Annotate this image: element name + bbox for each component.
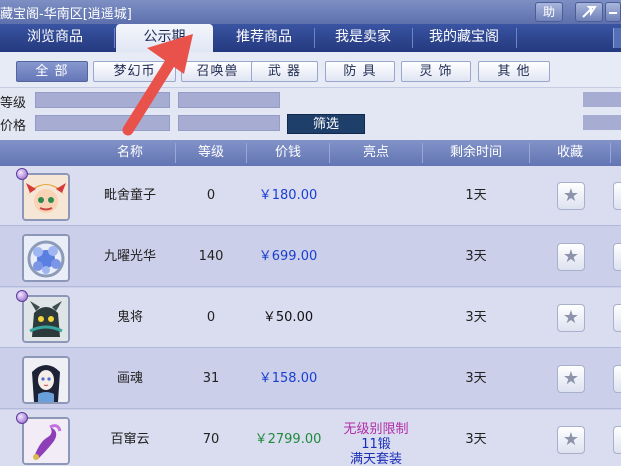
price-filter-label: 价格	[0, 119, 27, 134]
gem-badge-icon	[16, 168, 28, 180]
filter-button[interactable]: 筛选	[287, 114, 365, 134]
item-level: 31	[202, 371, 220, 386]
tab-bar-end	[613, 28, 621, 48]
tab-browse[interactable]: 浏览商品	[0, 24, 110, 52]
share-arrow-icon[interactable]	[575, 2, 603, 22]
price-min-input[interactable]	[35, 115, 170, 131]
table-row[interactable]: 九曜光华 140 ￥699.00 3天 ★	[0, 227, 621, 287]
extra-filter-input[interactable]	[583, 92, 621, 107]
price-max-input[interactable]	[178, 115, 280, 131]
item-price: ￥180.00	[258, 188, 318, 203]
highlight-set: 满天套装	[349, 452, 402, 466]
item-level: 70	[202, 432, 220, 447]
action-button-partial[interactable]	[613, 426, 621, 454]
favorite-star-icon[interactable]: ★	[557, 304, 585, 332]
category-all[interactable]: 全 部	[16, 61, 88, 82]
item-level: 0	[206, 310, 216, 325]
gem-badge-icon	[16, 412, 28, 424]
item-name[interactable]: 百窜云	[86, 410, 174, 466]
item-time-left: 3天	[465, 249, 487, 264]
category-armor[interactable]: 防 具	[325, 61, 395, 82]
tab-seller[interactable]: 我是卖家	[315, 24, 411, 52]
item-time-left: 3天	[465, 371, 487, 386]
favorite-star-icon[interactable]: ★	[557, 243, 585, 271]
column-header-favorite: 收藏	[556, 145, 583, 160]
table-header: 名称 等级 价钱 亮点 剩余时间 收藏	[0, 140, 621, 166]
demon-child-avatar-icon	[22, 173, 70, 221]
item-price: ￥158.00	[258, 371, 318, 386]
column-divider	[610, 143, 611, 163]
category-accessories[interactable]: 灵 饰	[401, 61, 471, 82]
tab-divider	[516, 28, 517, 48]
table-row[interactable]: 鬼将 0 ￥50.00 3天 ★	[0, 288, 621, 348]
ghost-general-avatar-icon	[22, 295, 70, 343]
main-tab-bar: 浏览商品 公示期 推荐商品 我是卖家 我的藏宝阁	[0, 24, 621, 54]
action-button-partial[interactable]	[613, 304, 621, 332]
gem-badge-icon	[16, 290, 28, 302]
level-filter-label: 等级	[0, 96, 27, 111]
category-weapons[interactable]: 武 器	[251, 61, 318, 82]
favorite-star-icon[interactable]: ★	[557, 182, 585, 210]
tab-recommended[interactable]: 推荐商品	[215, 24, 313, 52]
cloud-staff-avatar-icon	[22, 417, 70, 465]
table-row[interactable]: 画魂 31 ￥158.00 3天 ★	[0, 349, 621, 409]
tab-my-vault[interactable]: 我的藏宝阁	[413, 24, 515, 52]
item-name[interactable]: 画魂	[86, 349, 174, 409]
item-time-left: 1天	[465, 188, 487, 203]
action-button-partial[interactable]	[613, 182, 621, 210]
item-price: ￥699.00	[258, 249, 318, 264]
minimize-icon[interactable]	[605, 2, 621, 22]
item-price: ￥2799.00	[254, 432, 322, 447]
column-header-level[interactable]: 等级	[176, 140, 246, 166]
title-bar: 藏宝阁-华南区[逍遥城] 助	[0, 0, 621, 24]
category-pets[interactable]: 召唤兽	[181, 61, 254, 82]
tab-divider	[114, 28, 115, 48]
item-highlight: 无级别限制 11锻 满天套装	[330, 410, 422, 466]
column-header-name[interactable]: 名称	[86, 140, 174, 166]
column-header-time-left[interactable]: 剩余时间	[423, 140, 529, 166]
item-name[interactable]: 九曜光华	[86, 227, 174, 287]
item-level: 140	[198, 249, 224, 264]
item-name[interactable]: 鬼将	[86, 288, 174, 348]
column-header-price[interactable]: 价钱	[247, 140, 329, 166]
favorite-star-icon[interactable]: ★	[557, 426, 585, 454]
help-button[interactable]: 助	[535, 2, 563, 22]
column-header-highlight: 亮点	[362, 145, 389, 160]
extra-filter-input[interactable]	[583, 115, 621, 130]
window-title: 藏宝阁-华南区[逍遥城]	[0, 7, 132, 22]
table-row[interactable]: 毗舍童子 0 ￥180.00 1天 ★	[0, 166, 621, 226]
item-level: 0	[206, 188, 216, 203]
category-currency[interactable]: 梦幻币	[93, 61, 176, 82]
action-button-partial[interactable]	[613, 243, 621, 271]
level-min-input[interactable]	[35, 92, 170, 108]
item-time-left: 3天	[465, 432, 487, 447]
category-other[interactable]: 其 他	[478, 61, 550, 82]
item-price: ￥50.00	[262, 310, 314, 325]
tab-public-notice[interactable]: 公示期	[116, 24, 213, 54]
gem-orb-avatar-icon	[22, 234, 70, 282]
favorite-star-icon[interactable]: ★	[557, 365, 585, 393]
item-name[interactable]: 毗舍童子	[86, 166, 174, 226]
action-button-partial[interactable]	[613, 365, 621, 393]
table-row[interactable]: 百窜云 70 ￥2799.00 无级别限制 11锻 满天套装 3天 ★	[0, 410, 621, 466]
item-time-left: 3天	[465, 310, 487, 325]
level-max-input[interactable]	[178, 92, 280, 108]
painted-spirit-avatar-icon	[22, 356, 70, 404]
category-bar: 全 部 梦幻币 召唤兽 武 器 防 具 灵 饰 其 他	[0, 52, 621, 88]
